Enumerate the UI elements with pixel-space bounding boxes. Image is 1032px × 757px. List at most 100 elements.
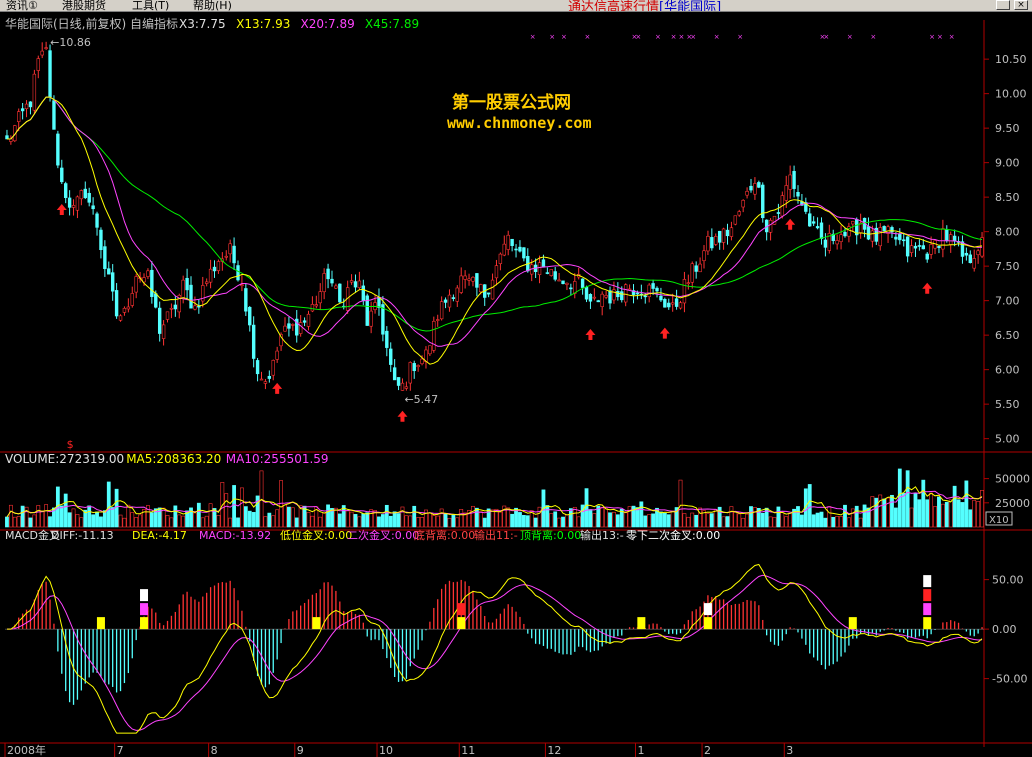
volume-bar <box>737 513 742 528</box>
volume-bar <box>8 504 13 528</box>
volume-bar <box>287 506 291 528</box>
candle-body <box>251 324 256 359</box>
candle-body <box>937 245 941 249</box>
candle-body <box>420 358 424 365</box>
volume-bar <box>16 516 21 528</box>
volume-bar <box>32 514 37 528</box>
price-tick-label: 9.50 <box>995 122 1020 135</box>
candle-body <box>882 226 886 232</box>
volume-bar <box>122 517 127 528</box>
candle-body <box>729 227 734 237</box>
volume-bar <box>294 517 299 528</box>
candle-body <box>635 292 640 295</box>
macd-signal-marker <box>637 617 646 630</box>
candle-body <box>471 276 475 282</box>
x-axis-label: 8 <box>211 744 218 757</box>
volume-bar <box>647 514 652 528</box>
volume-bar <box>870 496 875 528</box>
volume-bar <box>968 509 973 528</box>
candle-body <box>592 296 597 299</box>
volume-bar <box>893 507 898 528</box>
candle-body <box>165 311 170 320</box>
candle-body <box>322 273 326 293</box>
x-axis-label: 10 <box>379 744 393 757</box>
candle-body <box>17 111 21 122</box>
volume-bar <box>901 493 906 528</box>
candle-body <box>244 288 248 312</box>
macd-signal-marker <box>312 617 321 630</box>
candle-body <box>479 284 483 293</box>
volume-bar <box>729 506 734 528</box>
volume-bar <box>349 511 354 528</box>
volume-bar <box>510 513 515 528</box>
volume-bar <box>357 516 362 528</box>
candle-body <box>436 319 440 321</box>
volume-bar <box>713 508 718 528</box>
candle-body <box>334 285 338 289</box>
price-tick-label: 8.00 <box>995 226 1020 239</box>
signal-star-mark: × <box>635 33 641 41</box>
candle-body <box>776 212 781 214</box>
volume-bar <box>478 511 483 528</box>
volume-bar <box>944 501 949 528</box>
volume-bar <box>130 512 135 528</box>
menu-item-help[interactable]: 帮助(H) <box>193 0 232 11</box>
candle-body <box>161 324 166 339</box>
volume-bar <box>584 488 589 528</box>
volume-bar <box>345 510 350 528</box>
candle-body <box>749 185 753 191</box>
candle-body <box>314 304 319 307</box>
candle-body <box>103 246 107 269</box>
menu-item-hk-futures[interactable]: 港股期货 <box>62 0 106 11</box>
macd-signal-marker <box>923 575 932 588</box>
candle-body <box>659 295 663 301</box>
volume-bar <box>956 499 961 528</box>
candle-body <box>819 222 824 239</box>
volume-bar <box>334 507 338 528</box>
volume-bar <box>99 516 103 528</box>
price-legend-item: X13:7.93 <box>236 17 290 31</box>
x-axis-label: 3 <box>786 744 793 757</box>
x-axis-label: 12 <box>547 744 561 757</box>
candle-body <box>741 199 745 208</box>
candle-body <box>616 291 620 298</box>
menu-item-news[interactable]: 资讯① <box>6 0 38 11</box>
volume-bar <box>835 516 840 528</box>
close-button[interactable]: × <box>1014 0 1028 10</box>
candle-body <box>561 280 565 285</box>
volume-bar <box>882 498 887 528</box>
volume-bar <box>243 506 248 528</box>
volume-bar <box>380 514 385 528</box>
volume-bar <box>717 506 722 528</box>
candle-body <box>682 279 687 304</box>
macd-legend-item: 顶背离:0.00 <box>520 528 581 542</box>
candle-body <box>361 285 366 301</box>
candle-body <box>839 234 843 242</box>
volume-bar <box>823 517 828 528</box>
volume-bar <box>686 516 691 528</box>
price-tick-label: 6.00 <box>995 364 1020 377</box>
volume-bar <box>110 507 115 528</box>
volume-bar <box>200 517 205 528</box>
volume-bar <box>811 514 816 528</box>
volume-bar <box>976 501 981 528</box>
volume-bar <box>549 513 554 528</box>
menu-item-tools[interactable]: 工具(T) <box>132 0 169 11</box>
x-axis-label: 2 <box>704 744 711 757</box>
buy-arrow-icon <box>585 328 596 340</box>
watermark-title: 第一股票公式网 <box>452 93 571 113</box>
volume-bar <box>236 517 240 528</box>
volume-bar <box>447 517 452 528</box>
macd-tick-label: 0.00 <box>992 623 1017 636</box>
volume-bar <box>807 484 812 528</box>
menu-bar: 资讯① 港股期货 工具(T) 帮助(H) 通达信高速行情[华能国际] × <box>0 0 1032 12</box>
candle-body <box>541 259 546 268</box>
macd-tick-label: -50.00 <box>992 673 1027 686</box>
volume-bar <box>639 501 644 528</box>
volume-bar <box>408 515 413 528</box>
volume-bar <box>290 507 295 528</box>
candle-body <box>122 307 127 313</box>
volume-bar <box>263 516 268 528</box>
minimize-button[interactable] <box>996 0 1010 10</box>
candle-body <box>154 293 158 308</box>
